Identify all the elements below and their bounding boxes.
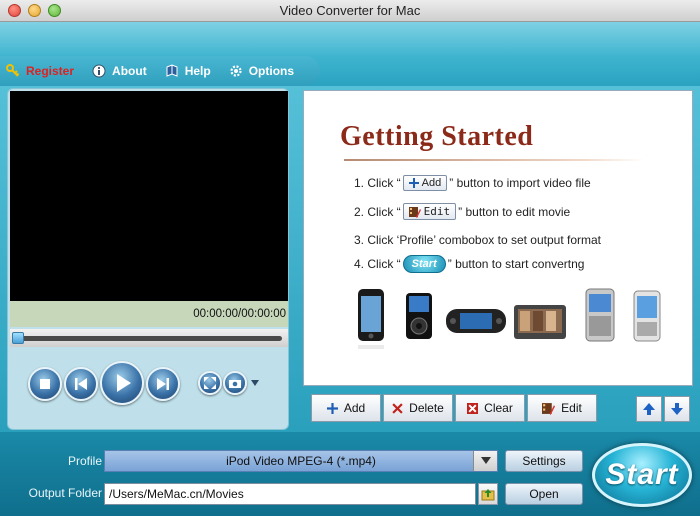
clear-button-label: Clear	[484, 401, 513, 415]
step-4: 4. Click “ Start ” button to start conve…	[354, 255, 584, 273]
delete-icon	[392, 402, 403, 414]
seek-thumb[interactable]	[12, 332, 24, 344]
plus-icon	[326, 402, 338, 414]
chevron-down-icon[interactable]	[250, 378, 260, 388]
menu-help-label: Help	[184, 64, 211, 78]
clear-icon	[467, 402, 479, 414]
step-3: 3. Click ‘Profile’ combobox to set outpu…	[354, 233, 601, 247]
step-2-suffix: ” button to edit movie	[458, 204, 571, 219]
fullscreen-button[interactable]	[198, 371, 222, 395]
step-3-text: 3. Click ‘Profile’ combobox to set outpu…	[354, 233, 601, 247]
previous-button[interactable]	[64, 367, 98, 401]
clear-button[interactable]: Clear	[455, 394, 525, 422]
edit-button[interactable]: Edit	[527, 394, 597, 422]
expand-icon	[204, 377, 216, 389]
iphone-icon	[358, 289, 384, 349]
step-2-button-label: Edit	[423, 205, 451, 218]
start-button[interactable]: Start	[592, 443, 692, 507]
next-button[interactable]	[146, 367, 180, 401]
minimize-window-button[interactable]	[28, 4, 41, 17]
step-1-button-label: Add	[421, 177, 442, 189]
preview-panel: 00:00:00/00:00:00	[7, 88, 289, 430]
edit-button-label: Edit	[561, 401, 582, 415]
stop-button[interactable]	[28, 367, 62, 401]
arrow-down-icon	[671, 403, 683, 415]
menu-about[interactable]: About	[92, 64, 147, 78]
menu-options[interactable]: Options	[229, 64, 294, 78]
move-down-button[interactable]	[664, 396, 690, 422]
film-edit-icon	[408, 206, 421, 218]
step-4-prefix: 4. Click “	[354, 257, 401, 271]
zoom-window-button[interactable]	[48, 4, 61, 17]
step-1-prefix: 1. Click “	[354, 176, 401, 190]
open-button[interactable]: Open	[505, 483, 583, 505]
window-titlebar: Video Converter for Mac	[0, 0, 700, 22]
profile-label: Profile	[67, 454, 102, 468]
skip-back-icon	[75, 378, 87, 390]
profile-value: iPod Video MPEG-4 (*.mp4)	[226, 454, 376, 468]
output-folder-label: Output Folder	[28, 486, 102, 500]
window-title: Video Converter for Mac	[279, 3, 421, 18]
ipod-icon	[406, 293, 432, 339]
book-icon	[165, 64, 179, 78]
step-4-start-pill: Start	[402, 255, 446, 273]
menu-about-label: About	[112, 64, 147, 78]
title-divider	[344, 159, 644, 161]
step-4-suffix: ” button to start convertng	[447, 257, 585, 271]
delete-button[interactable]: Delete	[383, 394, 453, 422]
film-edit-icon	[542, 402, 556, 415]
step-2: 2. Click “ Edit ” button to edit movie	[354, 203, 570, 220]
menu-register-label: Register	[26, 64, 75, 78]
step-2-edit-pill: Edit	[402, 203, 457, 220]
output-folder-field[interactable]: /Users/MeMac.cn/Movies	[104, 483, 476, 505]
menu-register[interactable]: Register	[6, 64, 74, 78]
play-icon	[117, 374, 131, 392]
device-images	[358, 288, 661, 349]
stop-icon	[40, 379, 50, 389]
player-controls	[10, 353, 288, 413]
snapshot-button[interactable]	[223, 371, 247, 395]
psp-icon	[446, 309, 506, 333]
plus-icon	[408, 178, 419, 188]
video-preview	[10, 91, 288, 301]
getting-started-panel: Getting Started 1. Click “ Add ” button …	[303, 90, 693, 386]
add-button[interactable]: Add	[311, 394, 381, 422]
arrow-up-icon	[643, 403, 655, 415]
step-1: 1. Click “ Add ” button to import video …	[354, 175, 591, 191]
folder-up-icon	[481, 489, 495, 501]
chevron-down-icon	[480, 457, 491, 464]
pda-icon	[633, 290, 661, 342]
skip-forward-icon	[157, 378, 169, 390]
info-icon	[92, 64, 106, 78]
delete-button-label: Delete	[409, 401, 444, 415]
play-button[interactable]	[100, 361, 144, 405]
menu-options-label: Options	[248, 64, 295, 78]
seek-track	[14, 336, 282, 341]
smartphone-icon	[585, 288, 615, 342]
add-button-label: Add	[343, 401, 366, 415]
key-icon	[6, 64, 20, 78]
profile-dropdown-arrow[interactable]	[473, 451, 497, 471]
gear-icon	[229, 64, 243, 78]
getting-started-title: Getting Started	[340, 121, 534, 152]
browse-folder-button[interactable]	[478, 483, 498, 505]
settings-button[interactable]: Settings	[505, 450, 583, 472]
camera-icon	[229, 380, 241, 388]
main-menu: Register About Help Options	[0, 56, 320, 86]
media-player-icon	[514, 305, 566, 339]
top-banner: Register About Help Options	[0, 22, 700, 86]
menu-help[interactable]: Help	[165, 64, 211, 78]
step-1-suffix: ” button to import video file	[449, 176, 591, 190]
list-actions: Add Delete Clear Edit	[311, 394, 601, 422]
move-up-button[interactable]	[636, 396, 662, 422]
profile-select[interactable]: iPod Video MPEG-4 (*.mp4)	[104, 450, 498, 472]
close-window-button[interactable]	[8, 4, 21, 17]
time-display: 00:00:00/00:00:00	[10, 301, 288, 327]
seek-bar[interactable]	[10, 329, 288, 347]
step-1-add-pill: Add	[402, 175, 448, 191]
step-2-prefix: 2. Click “	[354, 204, 401, 219]
